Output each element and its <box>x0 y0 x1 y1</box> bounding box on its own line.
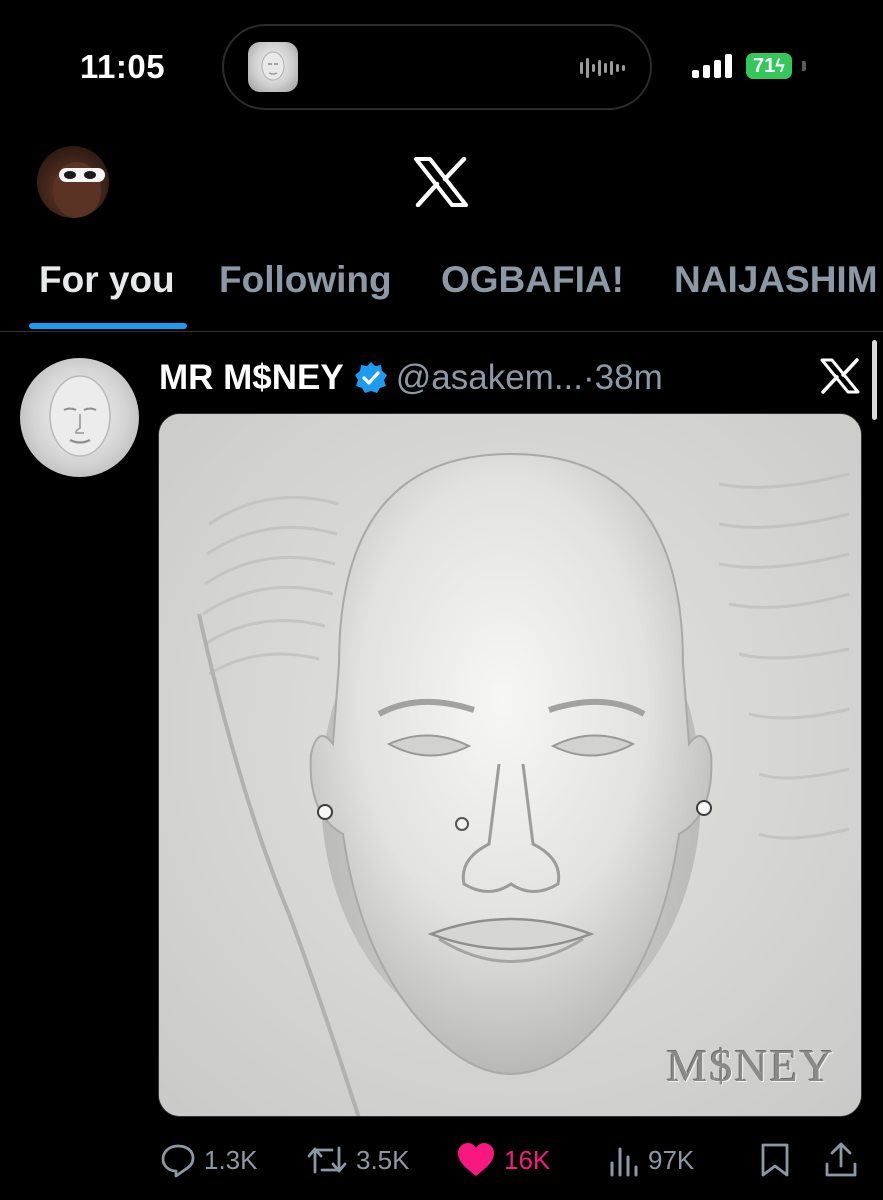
signal-icon <box>692 54 736 83</box>
tab-ogbafia[interactable]: OGBAFIA! <box>441 259 624 301</box>
status-time: 11:05 <box>80 48 166 85</box>
audio-waveform-icon <box>580 56 626 85</box>
author-handle[interactable]: @asakem... <box>396 358 583 398</box>
views-chart-icon <box>608 1143 640 1177</box>
share-button[interactable] <box>824 1138 858 1182</box>
bookmark-button[interactable] <box>760 1138 790 1182</box>
reply-count: 1.3K <box>204 1144 258 1175</box>
tweet-media-image[interactable]: M$NEY <box>158 413 862 1117</box>
tab-for-you[interactable]: For you <box>39 259 175 301</box>
reply-icon <box>160 1142 196 1178</box>
user-avatar[interactable] <box>37 146 109 218</box>
tab-following[interactable]: Following <box>219 259 392 301</box>
tweet-header: MR M$NEY @asakem... · 38m <box>159 356 663 400</box>
active-tab-indicator <box>29 323 187 329</box>
more-options-icon[interactable] <box>820 358 860 399</box>
verified-badge-icon <box>354 361 388 395</box>
x-logo-icon[interactable] <box>414 156 468 212</box>
author-display-name[interactable]: MR M$NEY <box>159 358 344 398</box>
dynamic-island[interactable] <box>222 24 652 110</box>
heart-filled-icon <box>456 1142 496 1178</box>
share-icon <box>824 1142 858 1178</box>
tab-naijashim[interactable]: NAIJASHIM <box>674 259 878 301</box>
battery-level: 71 <box>753 55 776 77</box>
now-playing-artwork <box>248 42 298 92</box>
like-button[interactable]: 16K <box>456 1138 550 1182</box>
bookmark-icon <box>760 1142 790 1178</box>
tweet-timestamp[interactable]: 38m <box>595 358 663 398</box>
timeline-tabs: For you Following OGBAFIA! NAIJASHIM <box>0 255 883 332</box>
views-button[interactable]: 97K <box>608 1138 694 1182</box>
like-count: 16K <box>504 1144 551 1175</box>
views-count: 97K <box>648 1144 695 1175</box>
battery-charging-icon: 71ϟ <box>746 53 792 79</box>
repost-button[interactable]: 3.5K <box>306 1138 410 1182</box>
reply-button[interactable]: 1.3K <box>160 1138 258 1182</box>
battery-nub <box>802 61 806 71</box>
tweet-action-bar: 1.3K 3.5K 16K 97K <box>0 1138 883 1186</box>
author-avatar[interactable] <box>20 358 139 477</box>
repost-count: 3.5K <box>356 1144 410 1175</box>
meta-separator: · <box>583 358 595 397</box>
album-title-text: M$NEY <box>666 1040 835 1091</box>
repost-icon <box>306 1142 348 1178</box>
scrollbar[interactable] <box>872 340 877 420</box>
